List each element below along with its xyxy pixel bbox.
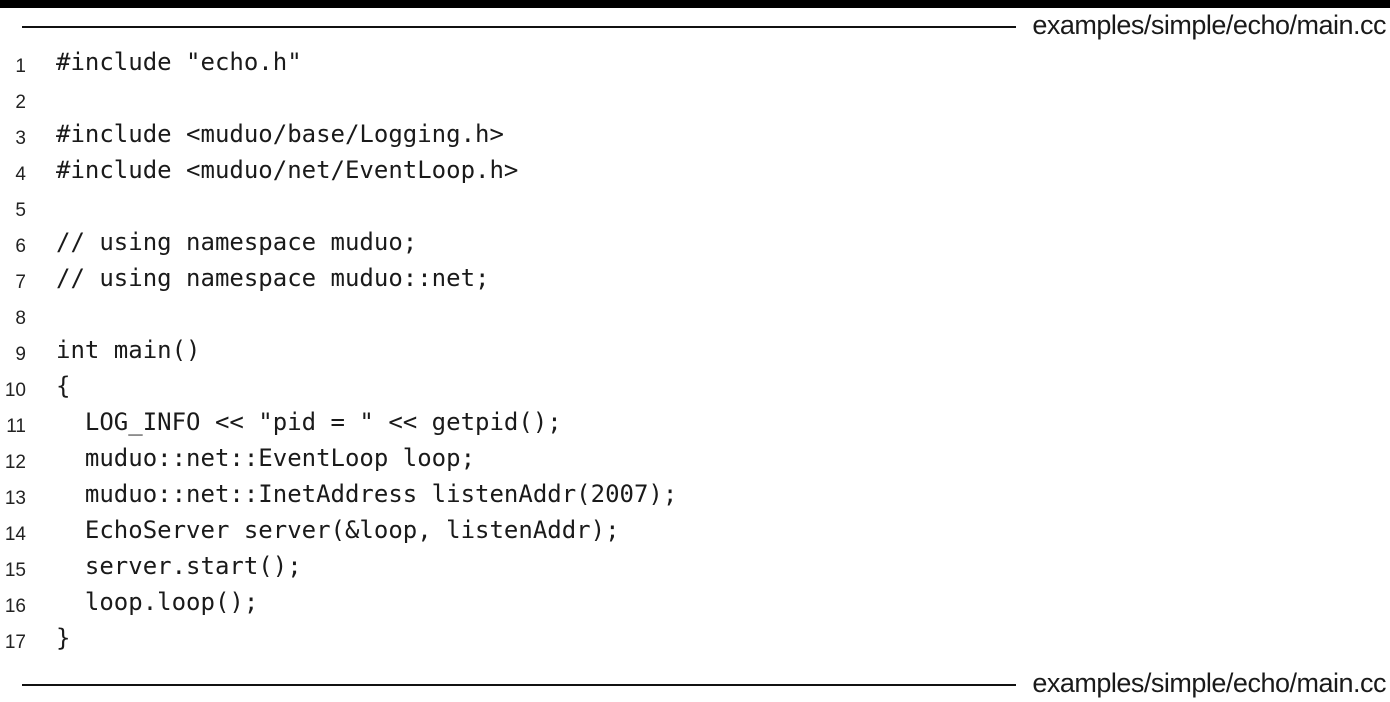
line-number: 7	[15, 272, 26, 293]
code-listing: 1 #include "echo.h" 2 3 #include <muduo/base…	[0, 46, 1390, 658]
line-number: 16	[4, 596, 26, 617]
line-code: loop.loop();	[56, 588, 259, 616]
code-line: 3 #include <muduo/base/Logging.h>	[0, 118, 1390, 154]
listing-header: examples/simple/echo/main.cc	[0, 10, 1390, 50]
top-border-bar	[0, 0, 1390, 8]
line-number: 15	[4, 560, 26, 581]
line-code: }	[56, 624, 71, 652]
line-number: 2	[15, 92, 26, 113]
code-line: 1 #include "echo.h"	[0, 46, 1390, 82]
line-code: muduo::net::EventLoop loop;	[56, 444, 476, 472]
line-number: 9	[15, 344, 26, 365]
code-line: 5	[0, 190, 1390, 226]
line-code: muduo::net::InetAddress listenAddr(2007)…	[56, 480, 678, 508]
line-code: {	[56, 372, 71, 400]
code-line: 16 loop.loop();	[0, 586, 1390, 622]
line-number: 14	[4, 524, 26, 545]
code-line: 17}	[0, 622, 1390, 658]
line-code: EchoServer server(&loop, listenAddr);	[56, 516, 620, 544]
code-line: 6 // using namespace muduo;	[0, 226, 1390, 262]
code-line: 15 server.start();	[0, 550, 1390, 586]
line-code: // using namespace muduo;	[56, 228, 418, 256]
footer-filename: examples/simple/echo/main.cc	[1032, 668, 1386, 698]
code-line: 13 muduo::net::InetAddress listenAddr(20…	[0, 478, 1390, 514]
code-line: 12 muduo::net::EventLoop loop;	[0, 442, 1390, 478]
line-number: 12	[4, 452, 26, 473]
listing-footer: examples/simple/echo/main.cc	[0, 662, 1390, 702]
code-line: 14 EchoServer server(&loop, listenAddr);	[0, 514, 1390, 550]
line-number: 10	[4, 380, 26, 401]
line-number: 3	[15, 128, 26, 149]
line-code: #include "echo.h"	[56, 48, 302, 76]
line-number: 17	[4, 632, 26, 653]
header-rule	[22, 26, 1016, 28]
footer-rule	[22, 684, 1016, 686]
line-number: 13	[4, 488, 26, 509]
header-filename: examples/simple/echo/main.cc	[1032, 10, 1386, 40]
line-code: server.start();	[56, 552, 302, 580]
code-line: 8	[0, 298, 1390, 334]
code-line: 2	[0, 82, 1390, 118]
line-number: 8	[15, 308, 26, 329]
code-line: 7 // using namespace muduo::net;	[0, 262, 1390, 298]
code-line: 4 #include <muduo/net/EventLoop.h>	[0, 154, 1390, 190]
code-line: 11 LOG_INFO << "pid = " << getpid();	[0, 406, 1390, 442]
line-code: LOG_INFO << "pid = " << getpid();	[56, 408, 562, 436]
line-code: #include <muduo/net/EventLoop.h>	[56, 156, 519, 184]
line-number: 4	[15, 164, 26, 185]
line-number: 6	[15, 236, 26, 257]
line-number: 5	[15, 200, 26, 221]
code-line: 9 int main()	[0, 334, 1390, 370]
line-number: 11	[6, 416, 26, 437]
line-code: // using namespace muduo::net;	[56, 264, 490, 292]
line-code: #include <muduo/base/Logging.h>	[56, 120, 504, 148]
line-number: 1	[15, 56, 26, 77]
line-code: int main()	[56, 336, 201, 364]
code-line: 10 {	[0, 370, 1390, 406]
